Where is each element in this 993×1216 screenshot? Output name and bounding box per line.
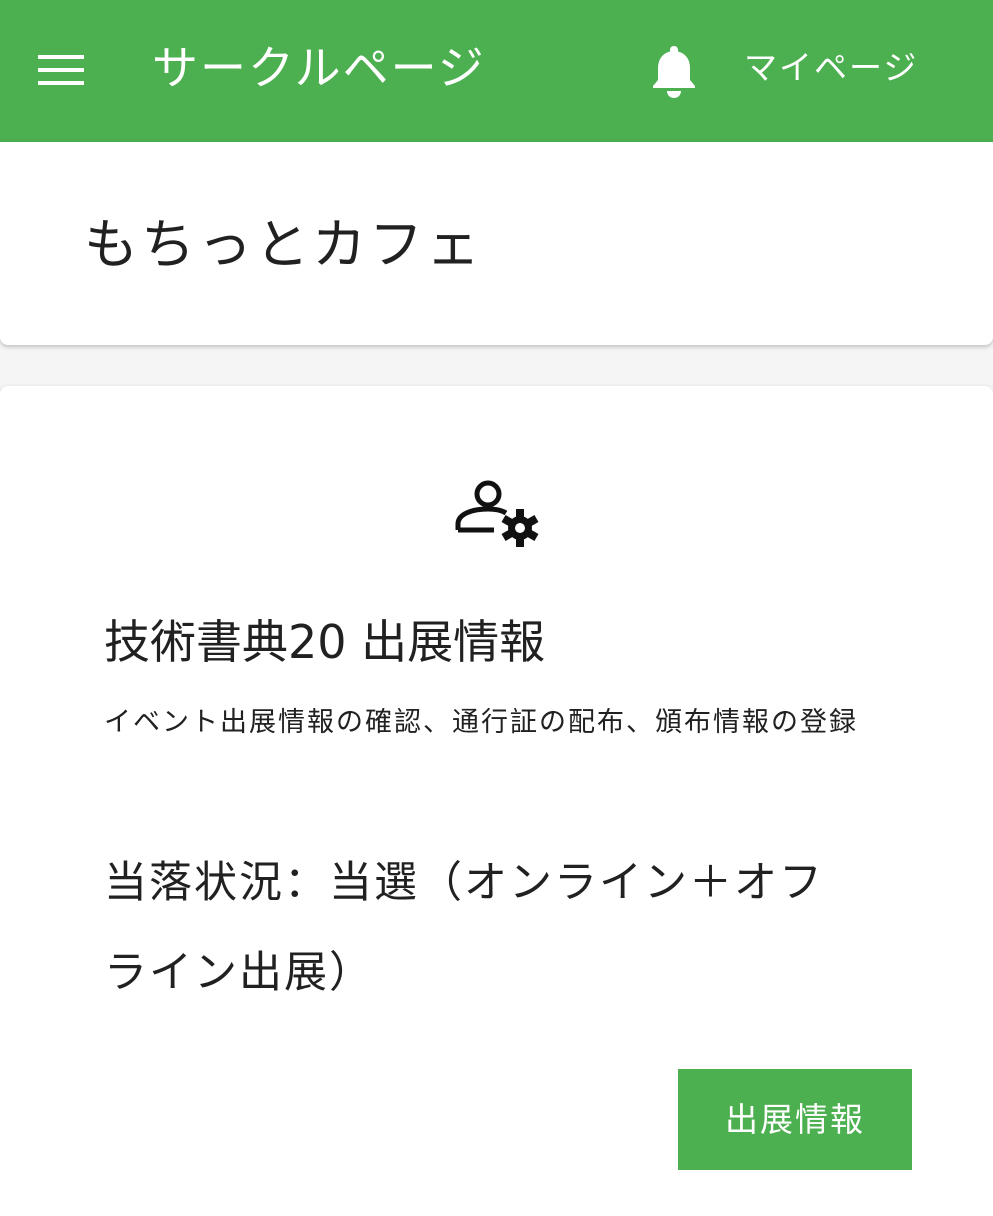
event-title: 技術書典20 出展情報 (104, 615, 546, 669)
event-info-card: 技術書典20 出展情報 イベント出展情報の確認、通行証の配布、頒布情報の登録 当… (0, 386, 993, 1216)
app-title: サークルページ (152, 41, 486, 95)
notification-button[interactable] (646, 40, 702, 102)
mypage-link[interactable]: マイページ (744, 46, 918, 90)
hamburger-menu-icon (38, 55, 84, 85)
circle-name: もちっとカフェ (84, 213, 483, 276)
selection-status: 当落状況：当選（オンライン＋オフライン出展） (104, 858, 824, 998)
app-bar: サークルページ マイページ (0, 0, 993, 142)
circle-name-card: もちっとカフェ (0, 142, 993, 345)
user-gear-icon (455, 480, 539, 547)
event-description: イベント出展情報の確認、通行証の配布、頒布情報の登録 (104, 707, 858, 738)
bell-icon (653, 46, 695, 98)
menu-button[interactable] (30, 42, 92, 98)
exhibition-info-button[interactable]: 出展情報 (678, 1069, 912, 1170)
